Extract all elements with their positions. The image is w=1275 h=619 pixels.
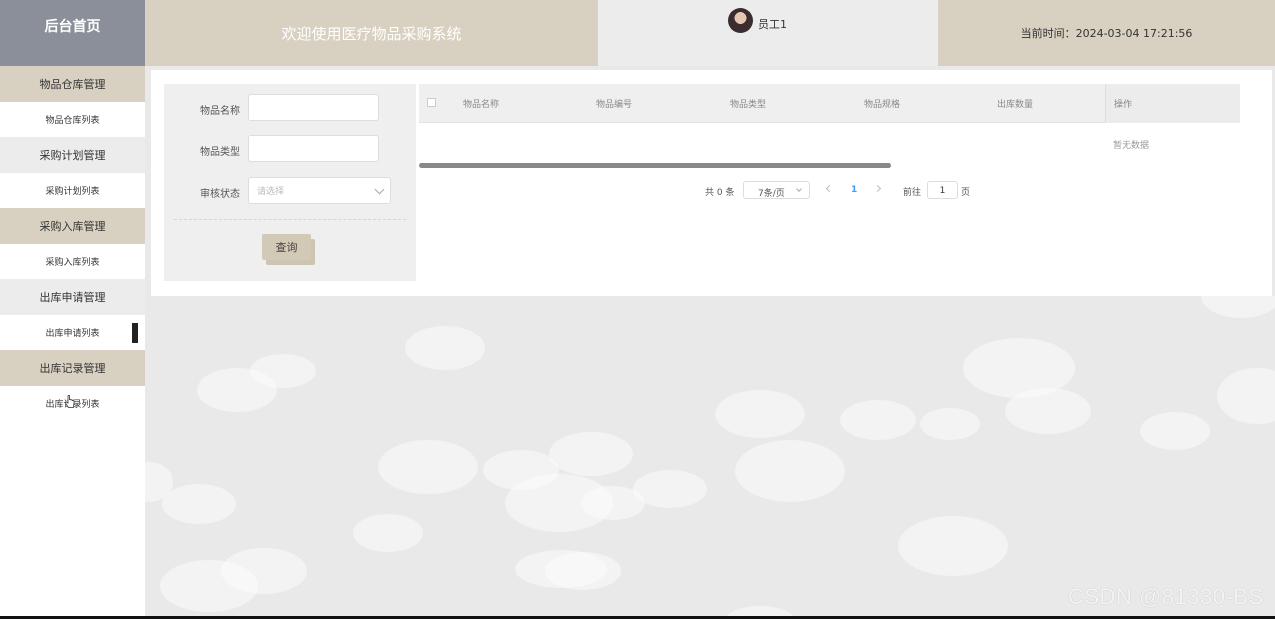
- review-status-placeholder: 请选择: [257, 187, 285, 197]
- menu-head-purchase-plan[interactable]: 采购计划管理: [0, 137, 145, 173]
- menu-head-label: 出库申请管理: [39, 291, 106, 304]
- menu-head-outbound-record[interactable]: 出库记录管理: [0, 350, 145, 386]
- column-header[interactable]: 物品类型: [730, 97, 766, 110]
- welcome-title: 欢迎使用医疗物品采购系统: [281, 24, 462, 43]
- menu-group-warehouse: 物品仓库管理 物品仓库列表: [0, 66, 145, 137]
- current-page[interactable]: 1: [851, 185, 857, 195]
- menu-item-label: 采购计划列表: [45, 187, 100, 197]
- goto-page-input[interactable]: 1: [927, 181, 958, 199]
- horizontal-scrollbar[interactable]: [419, 163, 891, 168]
- query-button-label: 查询: [275, 241, 298, 254]
- prev-page-icon[interactable]: [825, 184, 834, 193]
- total-count: 共 0 条: [705, 188, 735, 198]
- menu-item-label: 出库申请列表: [45, 329, 100, 339]
- hand-cursor-icon: [65, 395, 75, 408]
- menu-head-purchase-inbound[interactable]: 采购入库管理: [0, 208, 145, 244]
- operation-column: 操作: [1105, 84, 1240, 123]
- goto-page-value: 1: [939, 186, 946, 196]
- page-size-select[interactable]: 7条/页: [743, 181, 810, 199]
- menu-item-purchase-inbound-list[interactable]: 采购入库列表: [0, 244, 145, 279]
- menu-group-outbound-request: 出库申请管理 出库申请列表: [0, 279, 145, 350]
- menu-group-purchase-plan: 采购计划管理 采购计划列表: [0, 137, 145, 208]
- item-type-label: 物品类型: [200, 147, 240, 158]
- item-name-input[interactable]: [248, 94, 379, 121]
- column-header[interactable]: 物品规格: [864, 97, 900, 110]
- sidebar: 物品仓库管理 物品仓库列表 采购计划管理 采购计划列表 采购入库管理 采购入库列…: [0, 66, 145, 619]
- query-button[interactable]: 查询: [262, 234, 311, 260]
- column-header[interactable]: 出库数量: [997, 97, 1033, 110]
- item-name-label: 物品名称: [200, 106, 240, 117]
- menu-head-label: 物品仓库管理: [39, 78, 106, 91]
- avatar[interactable]: [728, 8, 753, 33]
- chevron-down-icon: [796, 186, 802, 192]
- page-size-value: 7条/页: [758, 189, 785, 199]
- menu-group-purchase-inbound: 采购入库管理 采购入库列表: [0, 208, 145, 279]
- operation-column-header: 操作: [1114, 100, 1133, 110]
- menu-head-label: 采购计划管理: [39, 149, 106, 162]
- chevron-down-icon: [374, 184, 385, 195]
- active-indicator: [132, 323, 138, 343]
- goto-label: 前往: [903, 188, 922, 198]
- empty-text: 暂无数据: [1113, 141, 1150, 151]
- background-pattern: [145, 296, 1275, 619]
- current-time: 当前时间：2024-03-04 17:21:56: [1020, 27, 1193, 40]
- menu-head-label: 采购入库管理: [39, 220, 106, 233]
- welcome-banner: 欢迎使用医疗物品采购系统: [145, 0, 598, 66]
- page-suffix: 页: [961, 188, 971, 198]
- menu-head-label: 出库记录管理: [39, 362, 106, 375]
- review-status-select[interactable]: 请选择: [248, 177, 391, 204]
- menu-group-outbound-record: 出库记录管理 出库记录列表: [0, 350, 145, 421]
- menu-item-label: 物品仓库列表: [45, 116, 100, 126]
- divider: [174, 219, 406, 220]
- column-header[interactable]: 物品名称: [463, 97, 499, 110]
- menu-item-label: 采购入库列表: [45, 258, 100, 268]
- menu-item-warehouse-list[interactable]: 物品仓库列表: [0, 102, 145, 137]
- user-name[interactable]: 员工1: [758, 16, 787, 32]
- table-body: 暂无数据: [419, 124, 1240, 164]
- current-time-panel: 当前时间：2024-03-04 17:21:56: [938, 0, 1275, 66]
- search-panel: 物品名称 物品类型 审核状态 请选择 查询: [164, 84, 416, 281]
- table-header: 物品名称 物品编号 物品类型 物品规格 出库数量 操作: [419, 84, 1240, 123]
- menu-item-outbound-request-list[interactable]: 出库申请列表: [0, 315, 145, 350]
- watermark-text: CSDN @81330-BS: [1068, 584, 1264, 609]
- home-link[interactable]: 后台首页: [0, 0, 145, 66]
- item-type-input[interactable]: [248, 135, 379, 162]
- user-panel: 员工1: [598, 0, 938, 66]
- home-link-label: 后台首页: [44, 19, 101, 35]
- review-status-label: 审核状态: [200, 189, 240, 200]
- menu-head-outbound-request[interactable]: 出库申请管理: [0, 279, 145, 315]
- content-card: 物品名称 物品类型 审核状态 请选择 查询 物品名称 物品编号 物品类型 物品规…: [151, 70, 1272, 296]
- top-header: 后台首页 欢迎使用医疗物品采购系统 员工1 当前时间：2024-03-04 17…: [0, 0, 1275, 66]
- menu-head-warehouse[interactable]: 物品仓库管理: [0, 66, 145, 102]
- column-header[interactable]: 物品编号: [596, 97, 632, 110]
- next-page-icon[interactable]: [873, 184, 882, 193]
- select-all-checkbox[interactable]: [427, 98, 436, 107]
- data-table: 物品名称 物品编号 物品类型 物品规格 出库数量 操作 暂无数据: [419, 84, 1240, 169]
- menu-item-purchase-plan-list[interactable]: 采购计划列表: [0, 173, 145, 208]
